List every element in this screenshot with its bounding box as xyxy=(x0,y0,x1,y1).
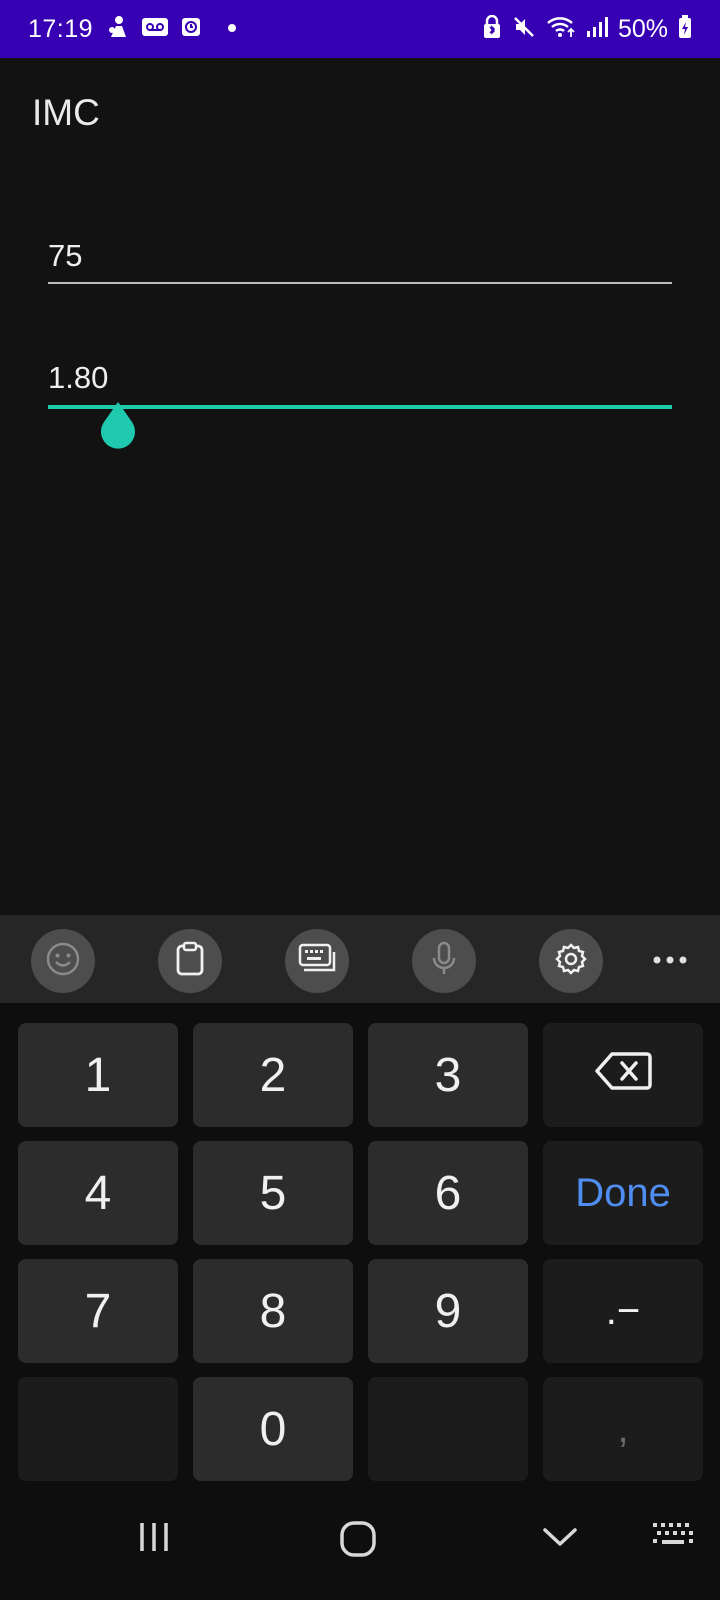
status-time: 17:19 xyxy=(28,14,94,43)
wifi-icon xyxy=(546,15,576,44)
battery-icon xyxy=(678,14,692,44)
key-5[interactable]: 5 xyxy=(193,1141,353,1245)
emoji-icon xyxy=(45,941,81,982)
back-button[interactable] xyxy=(542,1526,578,1553)
navigation-bar xyxy=(0,1490,720,1600)
dot-dash-key[interactable]: .− xyxy=(543,1259,703,1363)
keyboard-mode-icon xyxy=(297,942,337,981)
key-6[interactable]: 6 xyxy=(368,1141,528,1245)
key-0[interactable]: 0 xyxy=(193,1377,353,1481)
height-input[interactable]: 1.80 xyxy=(48,360,108,396)
weight-underline xyxy=(48,282,672,284)
keyboard-toolbar xyxy=(0,915,720,1003)
microphone-icon xyxy=(429,941,459,982)
done-key[interactable]: Done xyxy=(543,1141,703,1245)
more-button[interactable] xyxy=(650,935,690,985)
dot-icon xyxy=(227,20,237,38)
key-2[interactable]: 2 xyxy=(193,1023,353,1127)
more-icon xyxy=(653,951,687,969)
battery-percent: 50% xyxy=(617,14,668,43)
key-7[interactable]: 7 xyxy=(18,1259,178,1363)
microphone-button[interactable] xyxy=(412,929,476,993)
home-button[interactable] xyxy=(339,1520,377,1563)
settings-button[interactable] xyxy=(539,929,603,993)
clock-badge-icon xyxy=(181,17,201,42)
empty-key-left xyxy=(18,1377,178,1481)
key-8[interactable]: 8 xyxy=(193,1259,353,1363)
weight-field[interactable]: 75 xyxy=(48,230,672,285)
app-title: IMC xyxy=(32,92,100,133)
emoji-button[interactable] xyxy=(31,929,95,993)
person-icon xyxy=(107,15,129,44)
home-icon xyxy=(339,1520,377,1563)
key-3[interactable]: 3 xyxy=(368,1023,528,1127)
settings-icon xyxy=(553,941,589,982)
back-chevron-icon xyxy=(542,1526,578,1553)
comma-key[interactable]: , xyxy=(543,1377,703,1481)
keyboard-mode-button[interactable] xyxy=(285,929,349,993)
keyboard-switch-button[interactable] xyxy=(652,1522,694,1555)
height-underline-focused xyxy=(48,405,672,409)
cursor-handle[interactable] xyxy=(98,398,138,450)
voicemail-icon xyxy=(141,17,169,42)
keyboard-switch-icon xyxy=(652,1522,694,1555)
bluetooth-lock-icon xyxy=(482,14,502,44)
weight-input[interactable]: 75 xyxy=(48,238,82,274)
height-field[interactable]: 1.80 xyxy=(48,352,672,452)
key-9[interactable]: 9 xyxy=(368,1259,528,1363)
empty-key-right xyxy=(368,1377,528,1481)
backspace-key[interactable] xyxy=(543,1023,703,1127)
clipboard-icon xyxy=(173,941,207,982)
recents-button[interactable] xyxy=(136,1520,172,1559)
key-1[interactable]: 1 xyxy=(18,1023,178,1127)
status-icons-right: 50% xyxy=(482,14,692,44)
key-4[interactable]: 4 xyxy=(18,1141,178,1245)
backspace-icon xyxy=(594,1048,652,1103)
status-bar: 17:19 50% xyxy=(0,0,720,58)
mute-icon xyxy=(512,15,536,44)
signal-icon xyxy=(586,16,608,43)
clipboard-button[interactable] xyxy=(158,929,222,993)
recents-icon xyxy=(136,1520,172,1559)
